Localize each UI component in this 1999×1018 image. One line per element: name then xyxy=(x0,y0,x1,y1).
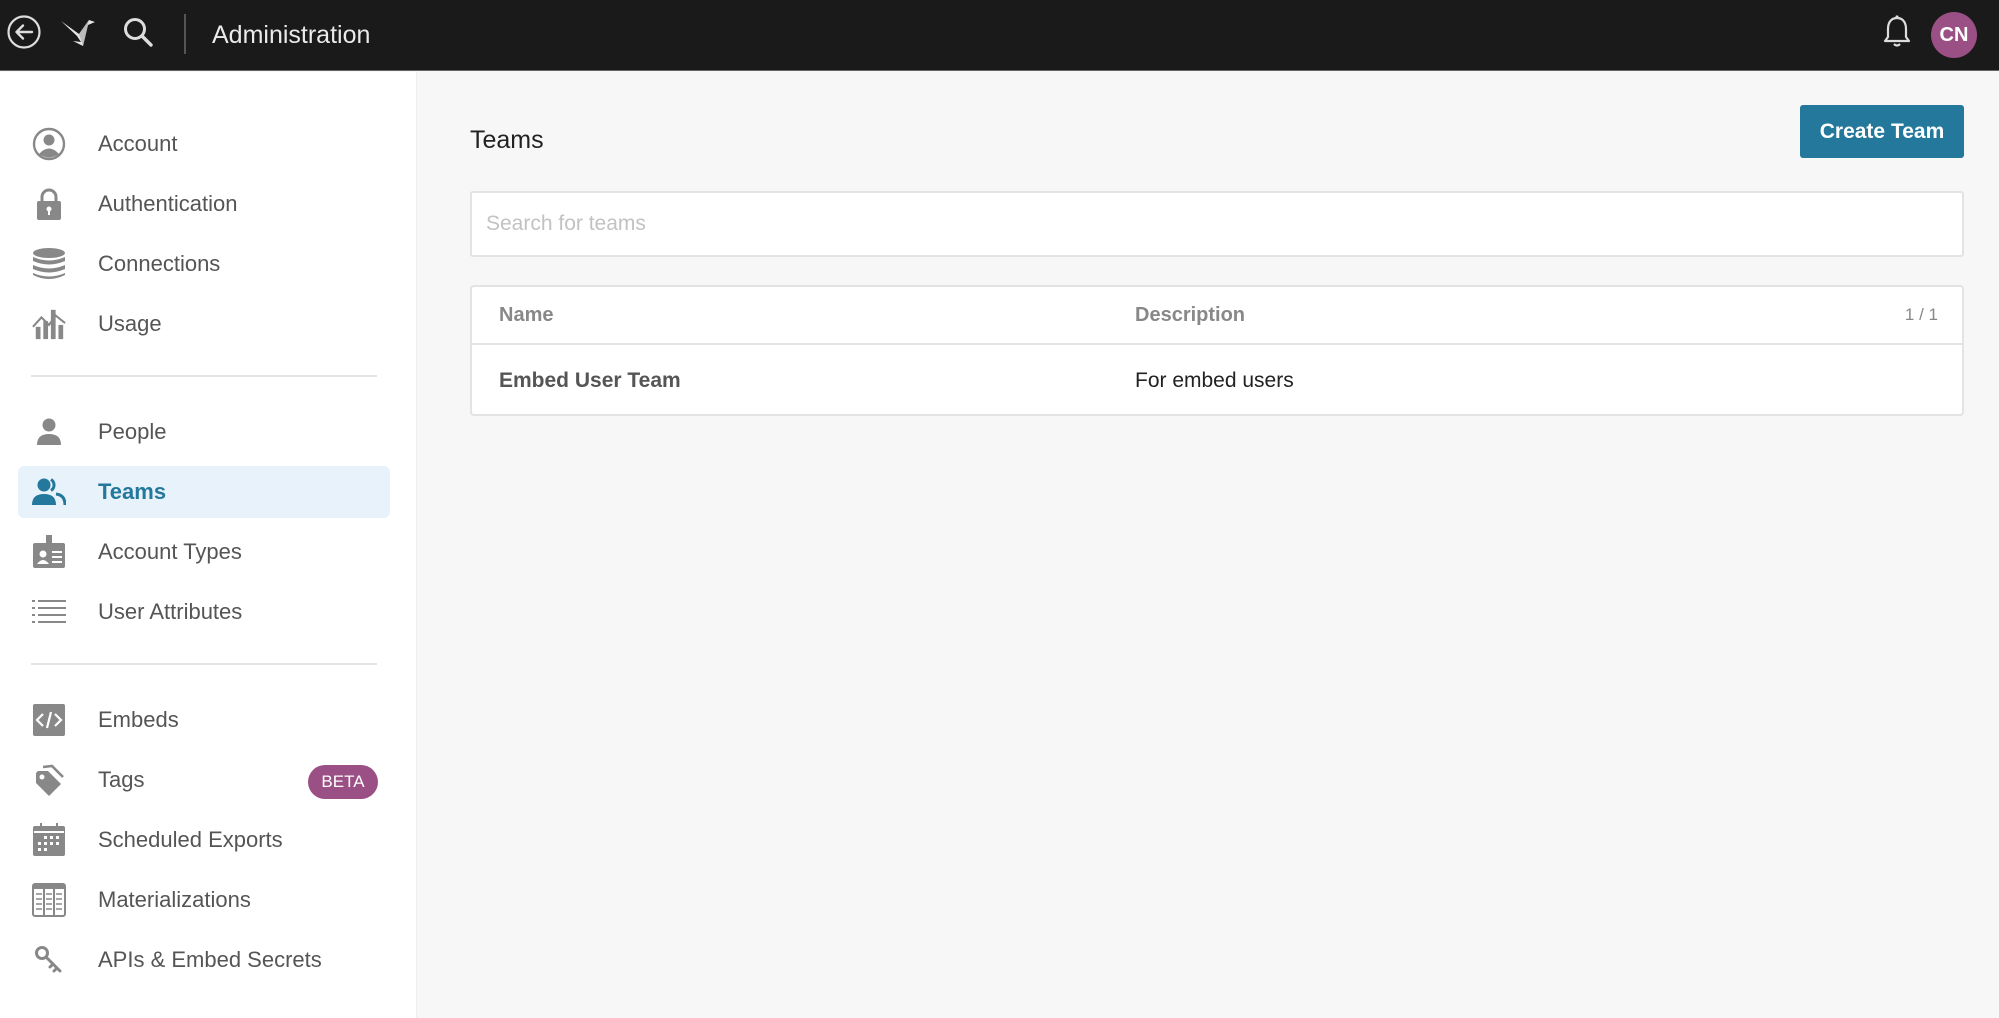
sidebar-item-scheduled-exports[interactable]: Scheduled Exports xyxy=(18,814,390,866)
team-description-cell: For embed users xyxy=(1135,369,1294,392)
bird-logo-icon xyxy=(59,14,97,55)
table-row[interactable]: Embed User Team For embed users xyxy=(472,347,1962,416)
column-header-description[interactable]: Description xyxy=(1135,302,1245,328)
app-logo xyxy=(58,14,98,54)
sidebar-item-usage[interactable]: Usage xyxy=(18,298,390,350)
account-circle-icon xyxy=(32,127,66,161)
admin-sidebar: Account Authentication Connections Usage… xyxy=(0,72,417,1018)
person-icon xyxy=(32,415,66,449)
bell-icon xyxy=(1881,14,1913,55)
id-badge-icon xyxy=(32,535,66,569)
usage-chart-icon xyxy=(32,307,66,341)
table-grid-icon xyxy=(32,883,66,917)
calendar-icon xyxy=(32,823,66,857)
sidebar-item-label: Tags xyxy=(98,767,145,792)
sidebar-item-connections[interactable]: Connections xyxy=(18,238,390,290)
table-header: Name Description 1 / 1 xyxy=(472,287,1962,345)
back-arrow-circle-icon xyxy=(6,14,42,55)
teams-table: Name Description 1 / 1 Embed User Team F… xyxy=(470,285,1964,416)
sidebar-item-people[interactable]: People xyxy=(18,406,390,458)
sidebar-item-label: Scheduled Exports xyxy=(98,827,283,852)
sidebar-item-label: Materializations xyxy=(98,887,251,912)
sidebar-divider xyxy=(31,375,377,377)
search-icon xyxy=(121,15,155,54)
top-bar: Administration CN xyxy=(0,0,1999,71)
topbar-divider xyxy=(184,14,186,54)
sidebar-item-embeds[interactable]: Embeds xyxy=(18,694,390,746)
key-icon xyxy=(32,943,66,977)
sidebar-item-label: APIs & Embed Secrets xyxy=(98,947,322,972)
list-icon xyxy=(32,595,66,629)
sidebar-divider xyxy=(31,663,377,665)
sidebar-item-authentication[interactable]: Authentication xyxy=(18,178,390,230)
tags-icon xyxy=(32,763,66,797)
app-section-title: Administration xyxy=(212,21,371,49)
team-name-cell[interactable]: Embed User Team xyxy=(499,367,681,395)
sidebar-item-user-attributes[interactable]: User Attributes xyxy=(18,586,390,638)
sidebar-item-label: Authentication xyxy=(98,191,238,216)
column-header-name[interactable]: Name xyxy=(499,302,553,328)
sidebar-item-label: Account xyxy=(98,131,178,156)
sidebar-item-label: User Attributes xyxy=(98,599,243,624)
database-icon xyxy=(32,247,66,281)
code-icon xyxy=(32,703,66,737)
sidebar-item-tags[interactable]: Tags BETA xyxy=(18,754,390,806)
sidebar-item-label: Connections xyxy=(98,251,221,276)
sidebar-item-account-types[interactable]: Account Types xyxy=(18,526,390,578)
search-teams-input[interactable] xyxy=(470,191,1964,257)
back-button[interactable] xyxy=(4,14,44,54)
sidebar-item-apis-embed-secrets[interactable]: APIs & Embed Secrets xyxy=(18,934,390,986)
beta-badge: BETA xyxy=(308,765,378,799)
page-count: 1 / 1 xyxy=(1904,305,1938,324)
lock-icon xyxy=(32,187,66,221)
notifications-button[interactable] xyxy=(1877,14,1917,54)
sidebar-item-materializations[interactable]: Materializations xyxy=(18,874,390,926)
sidebar-item-teams[interactable]: Teams xyxy=(18,466,390,518)
user-avatar[interactable]: CN xyxy=(1931,12,1977,58)
page-title: Teams xyxy=(470,126,544,154)
sidebar-item-label: People xyxy=(98,419,167,444)
sidebar-item-label: Account Types xyxy=(98,539,242,564)
sidebar-item-account[interactable]: Account xyxy=(18,118,390,170)
search-button[interactable] xyxy=(118,14,158,54)
sidebar-item-label: Teams xyxy=(98,479,167,504)
sidebar-item-label: Usage xyxy=(98,311,162,336)
team-icon xyxy=(32,475,66,509)
create-team-button[interactable]: Create Team xyxy=(1800,105,1964,158)
sidebar-item-label: Embeds xyxy=(98,707,179,732)
